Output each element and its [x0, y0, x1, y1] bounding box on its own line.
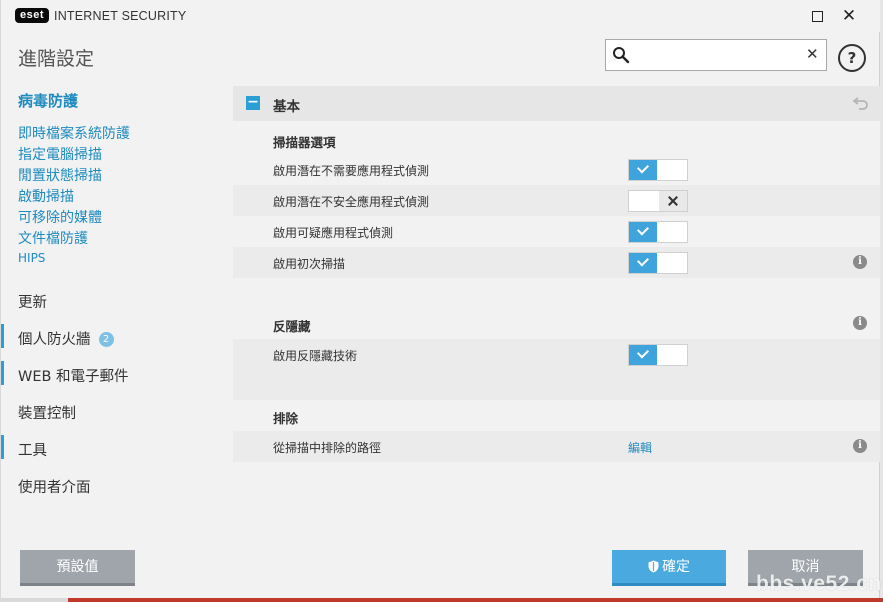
setting-row: 啟用反隱藏技術 [233, 339, 881, 370]
setting-label: 啟用潛在不需要應用程式偵測 [273, 164, 430, 178]
sidebar-item-device-control[interactable]: 裝置控制 [18, 402, 76, 423]
app-window: eset INTERNET SECURITY ✕ 進階設定 ✕ ? 病毒防護 即… [0, 0, 881, 598]
eset-logo: eset INTERNET SECURITY [15, 8, 186, 23]
setting-label: 啟用潛在不安全應用程式偵測 [273, 195, 430, 209]
sidebar-marker [1, 361, 4, 385]
info-icon[interactable]: i [853, 255, 867, 269]
check-icon [629, 345, 657, 365]
notification-badge: 2 [98, 332, 114, 347]
antistealth-toggle[interactable] [628, 344, 688, 366]
settings-panel: − 基本 掃描器選項 啟用潛在不需要應用程式偵測 啟用潛在不安全應用程式偵測 啟… [233, 86, 881, 462]
sidebar-subitem-hips[interactable]: HIPS [18, 251, 45, 265]
setting-label: 啟用可疑應用程式偵測 [273, 226, 394, 240]
title-bar[interactable]: eset INTERNET SECURITY ✕ [1, 0, 881, 32]
setting-label: 啟用反隱藏技術 [273, 349, 358, 363]
group-title-antistealth: 反隱藏 [273, 319, 311, 334]
search-icon [613, 47, 630, 64]
setting-row: 啟用初次掃描 i [233, 247, 881, 278]
check-icon [629, 160, 657, 180]
info-icon[interactable]: i [853, 439, 867, 453]
shield-icon [648, 560, 659, 573]
sidebar-item-antivirus[interactable]: 病毒防護 [18, 90, 78, 111]
taskbar-strip [0, 598, 883, 602]
watermark: bbs.ve52.cn [756, 572, 882, 595]
maximize-button[interactable] [807, 6, 827, 26]
sidebar-subitem-removable-media[interactable]: 可移除的媒體 [18, 207, 102, 227]
sidebar-subitem-computer-scan[interactable]: 指定電腦掃描 [18, 144, 102, 164]
cross-icon [659, 191, 687, 211]
ok-button[interactable]: 確定 [612, 550, 726, 586]
section-title: 基本 [273, 99, 300, 115]
sidebar-item-user-interface[interactable]: 使用者介面 [18, 476, 91, 497]
setting-row: 啟用潛在不需要應用程式偵測 [233, 154, 881, 185]
revert-icon[interactable] [853, 96, 869, 110]
suspicious-app-detection-toggle[interactable] [628, 221, 688, 243]
sidebar-subitem-idle-scan[interactable]: 閒置狀態掃描 [18, 165, 102, 185]
taskbar-segment [0, 598, 68, 602]
page-title: 進階設定 [18, 48, 95, 70]
group-row: 排除 [233, 400, 881, 431]
sidebar-item-tools[interactable]: 工具 [18, 439, 47, 460]
sidebar-item-firewall[interactable]: 個人防火牆 2 [18, 328, 114, 349]
search-input[interactable] [634, 44, 806, 68]
group-row: 反隱藏 i [233, 308, 881, 339]
sidebar-marker [1, 324, 4, 348]
sidebar-item-update[interactable]: 更新 [18, 291, 47, 312]
spacer-row [233, 370, 881, 400]
logo-badge: eset [15, 8, 50, 23]
sidebar-item-label: 個人防火牆 [18, 332, 91, 348]
initial-scan-toggle[interactable] [628, 252, 688, 274]
close-button[interactable]: ✕ [839, 6, 859, 26]
group-title-scanner-options: 掃描器選項 [273, 135, 336, 150]
sidebar-item-web-email[interactable]: WEB 和電子郵件 [18, 365, 129, 386]
search-box[interactable]: ✕ [605, 39, 827, 71]
product-name: INTERNET SECURITY [54, 8, 187, 23]
info-icon[interactable]: i [853, 316, 867, 330]
sidebar-subitem-realtime-protection[interactable]: 即時檔案系統防護 [18, 123, 130, 143]
clear-search-icon[interactable]: ✕ [806, 45, 819, 63]
setting-label: 從掃描中排除的路徑 [273, 441, 382, 455]
unsafe-app-detection-toggle[interactable] [628, 190, 688, 212]
default-button[interactable]: 預設值 [20, 550, 135, 586]
help-icon[interactable]: ? [838, 44, 866, 72]
group-title-exclusions: 排除 [273, 411, 299, 426]
sidebar-subitem-startup-scan[interactable]: 啟動掃描 [18, 186, 74, 206]
group-row: 掃描器選項 [233, 124, 881, 155]
ok-button-label: 確定 [662, 559, 690, 575]
sidebar-subitem-document-protection[interactable]: 文件檔防護 [18, 228, 88, 248]
sidebar-marker [1, 435, 4, 459]
maximize-icon [811, 11, 823, 22]
check-icon [629, 253, 657, 273]
section-header[interactable]: − 基本 [233, 86, 881, 121]
setting-row: 從掃描中排除的路徑 編輯 i [233, 431, 881, 462]
pua-detection-toggle[interactable] [628, 159, 688, 181]
edit-exclusions-link[interactable]: 編輯 [628, 439, 652, 456]
setting-row: 啟用潛在不安全應用程式偵測 [233, 185, 881, 216]
setting-row: 啟用可疑應用程式偵測 [233, 216, 881, 247]
setting-label: 啟用初次掃描 [273, 257, 346, 271]
collapse-icon[interactable]: − [246, 95, 260, 110]
check-icon [629, 222, 657, 242]
